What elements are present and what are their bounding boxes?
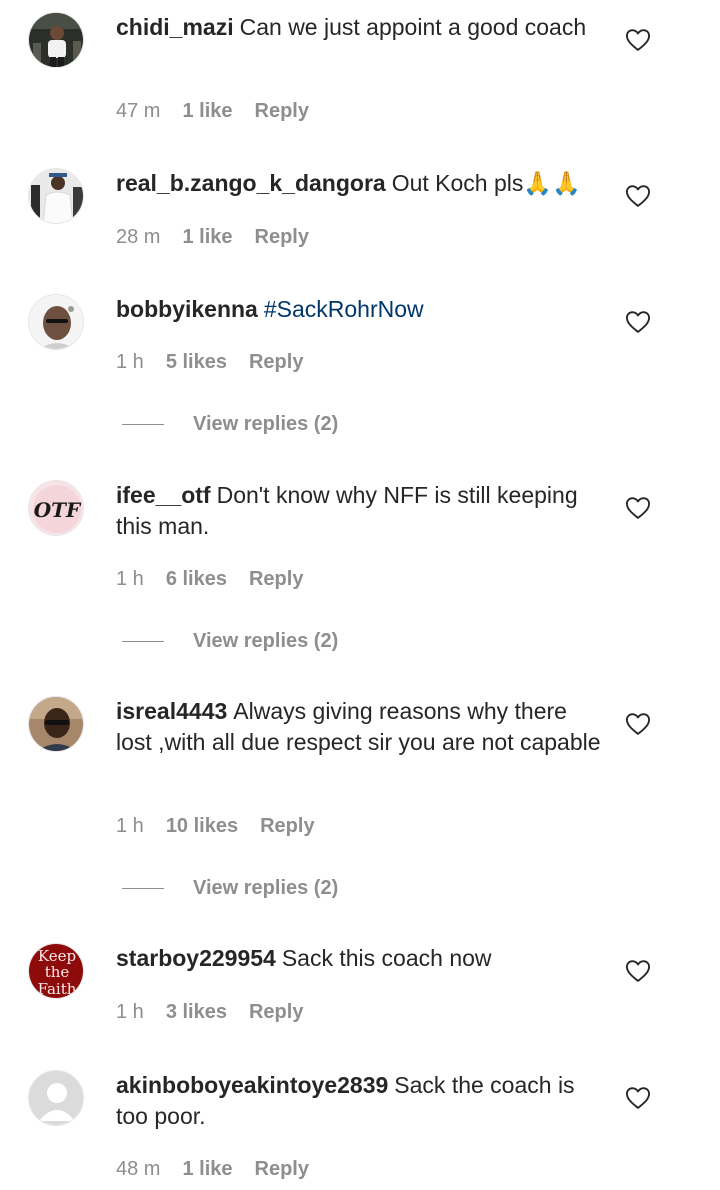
heart-outline-icon[interactable] [624,710,652,738]
view-replies-label: View replies (2) [193,413,339,435]
avatar-logo-line: Faith [38,980,77,998]
heart-outline-icon[interactable] [624,182,652,210]
avatar-logo-line: the [45,963,70,981]
heart-outline-icon[interactable] [624,308,652,336]
avatar[interactable] [28,168,84,224]
comment-time: 47 m [116,100,161,122]
heart-outline-icon[interactable] [624,957,652,985]
comment-body: chidi_mazi Can we just appoint a good coa… [116,12,606,43]
divider-line [122,888,164,889]
comment-meta: 47 m 1 like Reply [116,100,309,123]
hashtag-link[interactable]: #SackRohrNow [264,296,424,322]
likes-count[interactable]: 3 likes [166,1001,227,1024]
comment-body: ifee__otf Don't know why NFF is still kee… [116,480,606,542]
comment-username[interactable]: starboy229954 [116,945,276,971]
comment-username[interactable]: chidi_mazi [116,14,234,40]
comment-text: Can we just appoint a good coach [239,14,587,40]
comment-meta: 1 h 10 likes Reply [116,815,315,838]
comment-meta: 48 m 1 like Reply [116,1158,309,1181]
avatar[interactable] [28,1070,84,1126]
likes-count[interactable]: 1 like [182,1158,232,1181]
comment-body: starboy229954 Sack this coach now [116,943,606,974]
comment-time: 28 m [116,226,161,248]
view-replies-label: View replies (2) [193,630,339,652]
avatar-logo-text: OTF [34,498,82,522]
view-replies-button[interactable]: View replies (2) [122,630,338,653]
reply-button[interactable]: Reply [255,1158,309,1181]
likes-count[interactable]: 1 like [182,226,232,249]
heart-outline-icon[interactable] [624,1084,652,1112]
comment-username[interactable]: bobbyikenna [116,296,258,322]
likes-count[interactable]: 5 likes [166,351,227,374]
comment-meta: 28 m 1 like Reply [116,226,309,249]
view-replies-button[interactable]: View replies (2) [122,877,338,900]
heart-outline-icon[interactable] [624,26,652,54]
comment-time: 1 h [116,568,144,590]
view-replies-label: View replies (2) [193,877,339,899]
divider-line [122,641,164,642]
likes-count[interactable]: 10 likes [166,815,238,838]
comment-time: 48 m [116,1158,161,1180]
comment-text: Out Koch pls🙏🙏 [391,170,581,196]
avatar[interactable]: Keep the Faith [28,943,84,999]
likes-count[interactable]: 1 like [182,100,232,123]
view-replies-button[interactable]: View replies (2) [122,413,338,436]
avatar[interactable] [28,696,84,752]
divider-line [122,424,164,425]
avatar[interactable] [28,12,84,68]
comment-time: 1 h [116,815,144,837]
comment-username[interactable]: ifee__otf [116,482,211,508]
comment-username[interactable]: isreal4443 [116,698,227,724]
comment-body: real_b.zango_k_dangora Out Koch pls🙏🙏 [116,168,606,199]
comment-username[interactable]: real_b.zango_k_dangora [116,170,386,196]
comment-time: 1 h [116,351,144,373]
avatar[interactable] [28,294,84,350]
reply-button[interactable]: Reply [255,226,309,249]
avatar[interactable]: OTF [28,480,84,536]
reply-button[interactable]: Reply [255,100,309,123]
reply-button[interactable]: Reply [249,568,303,591]
comment-meta: 1 h 3 likes Reply [116,1001,303,1024]
reply-button[interactable]: Reply [260,815,314,838]
comment-meta: 1 h 6 likes Reply [116,568,303,591]
comment-time: 1 h [116,1001,144,1023]
comment-text: Sack this coach now [281,945,492,971]
comment-body: isreal4443 Always giving reasons why ther… [116,696,606,758]
comment-username[interactable]: akinboboyeakintoye2839 [116,1072,388,1098]
reply-button[interactable]: Reply [249,1001,303,1024]
comment-body: akinboboyeakintoye2839 Sack the coach is … [116,1070,606,1132]
comment-body: bobbyikenna #SackRohrNow [116,294,606,325]
likes-count[interactable]: 6 likes [166,568,227,591]
reply-button[interactable]: Reply [249,351,303,374]
heart-outline-icon[interactable] [624,494,652,522]
comment-meta: 1 h 5 likes Reply [116,351,303,374]
